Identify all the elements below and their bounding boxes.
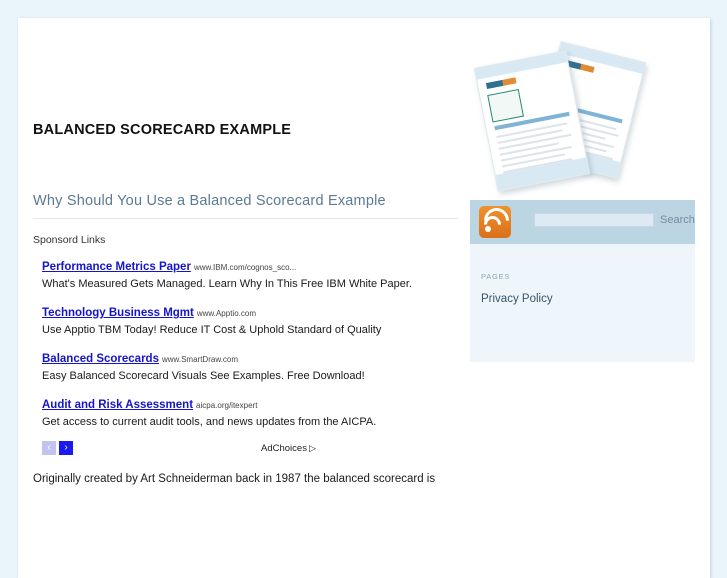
- document-badge: [487, 88, 524, 123]
- page-card: BALANCED SCORECARD EXAMPLE Why Should Yo…: [18, 18, 710, 578]
- pages-section-label: PAGES: [481, 272, 511, 281]
- ad-headline-link[interactable]: Balanced Scorecards: [42, 353, 159, 365]
- ad-description: Get access to current audit tools, and n…: [42, 416, 377, 428]
- ad-url: aicpa.org/itexpert: [196, 401, 258, 410]
- rss-icon[interactable]: [478, 202, 515, 239]
- ad-item[interactable]: Audit and Risk Assessment aicpa.org/itexp…: [33, 395, 458, 429]
- ad-headline-link[interactable]: Audit and Risk Assessment: [42, 399, 193, 411]
- post-body-paragraph: Originally created by Art Schneiderman b…: [33, 473, 436, 485]
- sidebar-header: Search: [470, 200, 695, 244]
- ad-item[interactable]: Technology Business Mgmt www.Apptio.com U…: [33, 303, 458, 337]
- document-band: [495, 157, 589, 191]
- ad-next-button[interactable]: ›: [59, 441, 73, 455]
- ad-url: www.IBM.com/cognos_sco...: [193, 263, 297, 272]
- sponsored-links-label: Sponsord Links: [33, 234, 106, 246]
- main-column: Why Should You Use a Balanced Scorecard …: [33, 193, 458, 487]
- rss-arc-outer: [478, 202, 515, 239]
- page-title: BALANCED SCORECARD EXAMPLE: [33, 122, 292, 138]
- ad-description: Use Apptio TBM Today! Reduce IT Cost & U…: [42, 324, 382, 336]
- site-header: BALANCED SCORECARD EXAMPLE: [18, 18, 710, 193]
- ad-url: www.SmartDraw.com: [161, 355, 238, 364]
- ad-headline-link[interactable]: Performance Metrics Paper: [42, 261, 191, 273]
- ad-description: What's Measured Gets Managed. Learn Why …: [42, 278, 412, 290]
- search-button[interactable]: Search: [660, 214, 695, 226]
- search-input[interactable]: [534, 213, 654, 227]
- adchoices-icon: ▷: [308, 443, 316, 453]
- ad-prev-button[interactable]: ‹: [42, 441, 56, 455]
- sidebar-item-privacy-policy[interactable]: Privacy Policy: [481, 293, 695, 305]
- ad-description: Easy Balanced Scorecard Visuals See Exam…: [42, 370, 365, 382]
- sidebar-panel: Search PAGES Privacy Policy: [470, 200, 695, 362]
- ad-item[interactable]: Performance Metrics Paper www.IBM.com/cog…: [33, 257, 458, 291]
- adchoices-link[interactable]: AdChoices ▷: [261, 443, 316, 454]
- ad-item[interactable]: Balanced Scorecards www.SmartDraw.com Eas…: [33, 349, 458, 383]
- document-band: [558, 42, 645, 74]
- sidebar-body: PAGES Privacy Policy: [470, 244, 695, 362]
- document-band: [475, 51, 568, 80]
- adchoices-label: AdChoices: [261, 443, 307, 454]
- sidebar: Search PAGES Privacy Policy: [470, 200, 695, 362]
- post-title: Why Should You Use a Balanced Scorecard …: [33, 193, 458, 219]
- document-logo: [485, 77, 517, 89]
- ad-footer: ‹ › AdChoices ▷: [33, 441, 458, 461]
- ad-headline-link[interactable]: Technology Business Mgmt: [42, 307, 194, 319]
- documents-illustration-icon: [473, 36, 663, 192]
- sponsored-ads-block: Sponsord Links Performance Metrics Paper…: [33, 234, 458, 461]
- ad-url: www.Apptio.com: [196, 309, 256, 318]
